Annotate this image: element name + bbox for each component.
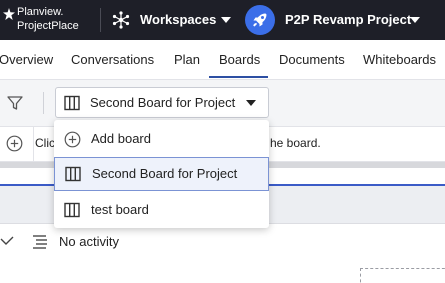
board-grid-icon <box>64 202 80 218</box>
chevron-down-icon <box>410 17 420 23</box>
dropdown-item-add-board[interactable]: Add board <box>54 122 269 156</box>
tab-documents[interactable]: Documents <box>279 52 345 68</box>
tab-whiteboards[interactable]: Whiteboards <box>363 52 436 68</box>
plus-circle-icon[interactable] <box>6 135 23 152</box>
logo-text-line1: Planview. <box>17 6 64 18</box>
dropdown-item-test-board[interactable]: test board <box>54 193 269 227</box>
tab-overview[interactable]: Overview <box>0 52 53 68</box>
active-tab-indicator <box>209 76 268 78</box>
chevron-down-icon <box>221 17 231 23</box>
drop-zone[interactable] <box>360 268 445 283</box>
workspaces-label: Workspaces <box>140 12 217 27</box>
plus-circle-icon <box>64 131 81 148</box>
topbar-divider <box>100 8 101 32</box>
activity-icon <box>33 235 47 249</box>
info-text-start: Clic <box>35 136 55 150</box>
dropdown-item-label: Add board <box>91 131 151 146</box>
board-grid-icon <box>64 95 80 111</box>
filter-icon[interactable] <box>7 95 23 111</box>
planview-star-icon <box>3 8 15 20</box>
board-dropdown-menu: Add board Second Board for Project test … <box>54 120 269 228</box>
rocket-icon <box>253 13 267 27</box>
info-divider <box>33 127 34 161</box>
logo-text-line2: ProjectPlace <box>17 20 79 32</box>
dropdown-item-label: Second Board for Project <box>92 166 238 181</box>
tab-boards[interactable]: Boards <box>219 52 260 68</box>
tab-plan[interactable]: Plan <box>174 52 200 68</box>
project-avatar <box>245 5 275 35</box>
chevron-down-icon <box>246 100 256 106</box>
top-bar: Planview. ProjectPlace Workspaces P2P Re… <box>0 0 445 40</box>
tab-conversations[interactable]: Conversations <box>71 52 154 68</box>
activity-status: No activity <box>59 234 119 249</box>
chevron-check-icon[interactable] <box>0 235 14 247</box>
project-name: P2P Revamp Project <box>285 12 412 27</box>
board-selector-label: Second Board for Project <box>90 95 236 110</box>
dropdown-item-second-board[interactable]: Second Board for Project <box>54 157 269 191</box>
toolbar-divider <box>43 92 44 114</box>
board-grid-icon <box>65 166 81 182</box>
info-text-end: he board. <box>270 136 321 150</box>
dropdown-item-label: test board <box>91 202 149 217</box>
workspaces-network-icon <box>112 11 130 29</box>
board-selector[interactable]: Second Board for Project <box>55 87 269 118</box>
